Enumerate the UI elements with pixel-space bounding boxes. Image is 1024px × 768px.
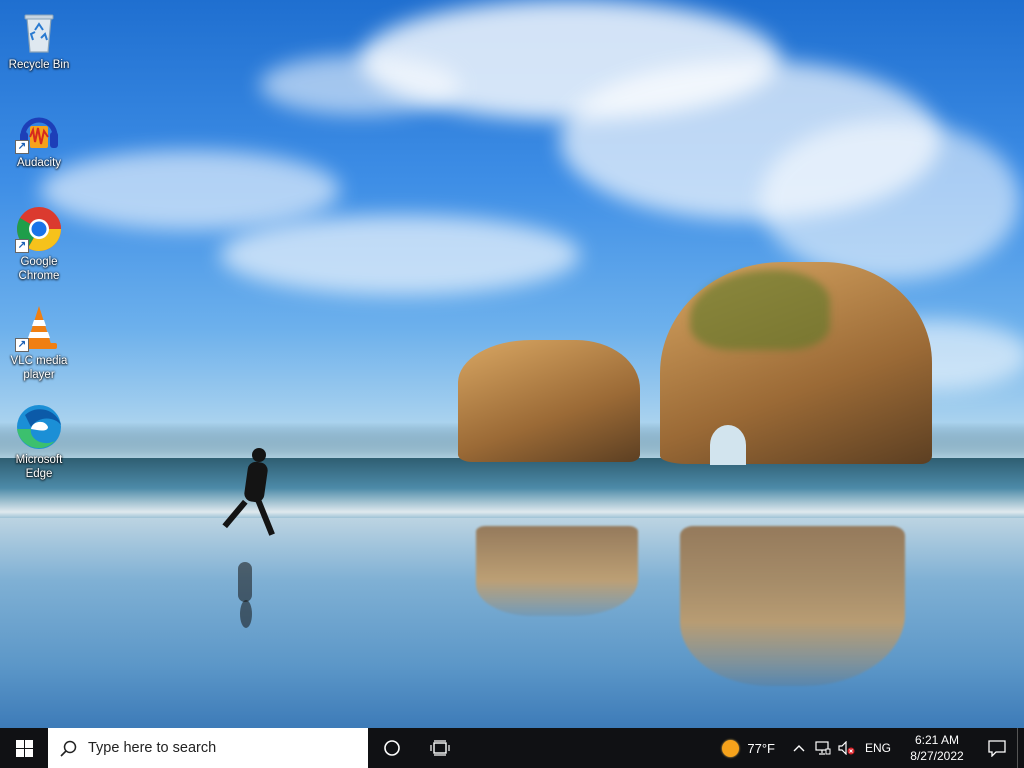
shortcut-arrow-icon: ↗ <box>15 239 29 253</box>
notification-icon <box>988 739 1006 757</box>
taskbar: 77°F ENG 6:21 AM 8/27/2022 <box>0 728 1024 768</box>
desktop-icon-recycle-bin[interactable]: Recycle Bin <box>4 8 74 72</box>
desktop-icon-label: Microsoft Edge <box>15 454 63 480</box>
desktop-icon-label: Google Chrome <box>18 256 60 282</box>
desktop-icon-label: VLC media player <box>10 355 68 381</box>
show-desktop-button[interactable] <box>1017 728 1024 768</box>
system-tray: 77°F ENG 6:21 AM 8/27/2022 <box>722 728 1024 768</box>
taskbar-search-box[interactable] <box>48 728 368 768</box>
clock-date: 8/27/2022 <box>910 749 964 763</box>
action-center-button[interactable] <box>977 728 1017 768</box>
desktop-icon-audacity[interactable]: ↗ Audacity <box>4 106 74 170</box>
weather-temperature: 77°F <box>747 740 775 756</box>
chrome-icon: ↗ <box>15 205 63 253</box>
network-icon <box>815 741 831 755</box>
desktop-icon-microsoft-edge[interactable]: Microsoft Edge <box>4 403 74 481</box>
volume-muted-icon <box>838 741 855 755</box>
desktop-icon-label: Recycle Bin <box>8 59 70 71</box>
shortcut-arrow-icon: ↗ <box>15 338 29 352</box>
vlc-icon: ↗ <box>15 304 63 352</box>
task-view-button[interactable] <box>416 728 464 768</box>
cortana-button[interactable] <box>368 728 416 768</box>
recycle-bin-icon <box>15 8 63 56</box>
search-input[interactable] <box>88 740 348 756</box>
weather-widget[interactable]: 77°F <box>722 739 775 757</box>
windows-logo-icon <box>15 739 33 757</box>
show-hidden-icons-button[interactable] <box>787 728 811 768</box>
volume-button[interactable] <box>835 728 859 768</box>
input-language-indicator[interactable]: ENG <box>865 741 891 755</box>
audacity-icon: ↗ <box>15 106 63 154</box>
chevron-up-icon <box>793 745 805 752</box>
desktop-icon-vlc[interactable]: ↗ VLC media player <box>4 304 74 382</box>
desktop[interactable]: Recycle Bin ↗ Audacity ↗ Google Chrome ↗… <box>0 0 1024 728</box>
desktop-icon-google-chrome[interactable]: ↗ Google Chrome <box>4 205 74 283</box>
search-icon <box>48 740 88 757</box>
edge-icon <box>15 403 63 451</box>
network-button[interactable] <box>811 728 835 768</box>
cortana-circle-icon <box>384 740 400 756</box>
shortcut-arrow-icon: ↗ <box>15 140 29 154</box>
taskbar-clock[interactable]: 6:21 AM 8/27/2022 <box>901 732 973 764</box>
start-button[interactable] <box>0 728 48 768</box>
sun-icon <box>722 739 740 757</box>
desktop-icon-label: Audacity <box>16 157 62 169</box>
clock-time: 6:21 AM <box>914 733 960 747</box>
task-view-icon <box>430 740 450 756</box>
